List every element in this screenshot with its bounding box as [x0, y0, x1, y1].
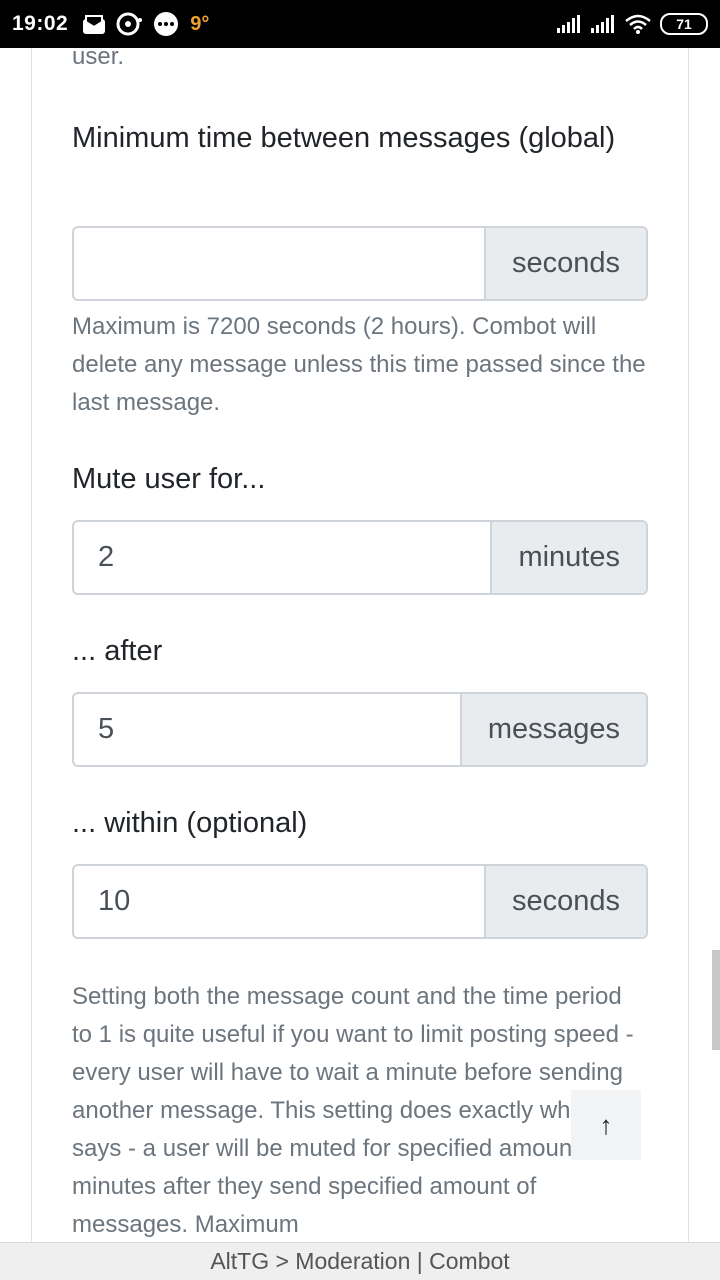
after-unit: messages [459, 694, 646, 765]
after-label: ... after [72, 635, 163, 667]
status-bar: 19:02 9° 71 [0, 0, 720, 48]
status-time: 19:02 [12, 12, 69, 35]
wifi-icon [624, 14, 652, 34]
mute-label: Mute user for... [72, 463, 266, 495]
global-delay-input-group: seconds [72, 226, 648, 301]
after-input-group: 5 messages [72, 692, 648, 767]
global-delay-input[interactable] [74, 228, 484, 299]
chat-bubble-icon [116, 12, 143, 36]
mail-icon [82, 13, 106, 35]
within-input-group: 10 seconds [72, 864, 648, 939]
global-delay-help: Maximum is 7200 seconds (2 hours). Combo… [72, 313, 646, 416]
settings-card: user. Minimum time between messages (glo… [31, 48, 689, 1242]
signal-icon [590, 14, 616, 34]
battery-level: 71 [676, 16, 692, 32]
flood-help-text: Setting both the message count and the t… [72, 983, 634, 1238]
scroll-to-top-button[interactable]: ↑ [571, 1090, 641, 1160]
mute-unit: minutes [490, 522, 646, 593]
mute-minutes-input[interactable]: 2 [74, 522, 490, 593]
battery-icon: 71 [660, 13, 708, 35]
page-title: AltTG > Moderation | Combot [210, 1248, 510, 1274]
mute-input-group: 2 minutes [72, 520, 648, 595]
within-label: ... within (optional) [72, 807, 308, 839]
within-unit: seconds [483, 866, 646, 937]
signal-icon [556, 14, 582, 34]
page-scrollbar[interactable] [712, 950, 720, 1050]
global-delay-label: Minimum time between messages (global) [72, 122, 616, 154]
previous-help-fragment: user. [72, 48, 125, 70]
message-count-input[interactable]: 5 [74, 694, 460, 765]
more-chat-icon [152, 11, 180, 37]
within-seconds-input[interactable]: 10 [74, 866, 484, 937]
global-delay-unit: seconds [483, 228, 646, 299]
arrow-up-icon: ↑ [599, 1109, 613, 1140]
temperature: 9° [190, 12, 210, 35]
browser-title-bar: AltTG > Moderation | Combot [0, 1242, 720, 1280]
